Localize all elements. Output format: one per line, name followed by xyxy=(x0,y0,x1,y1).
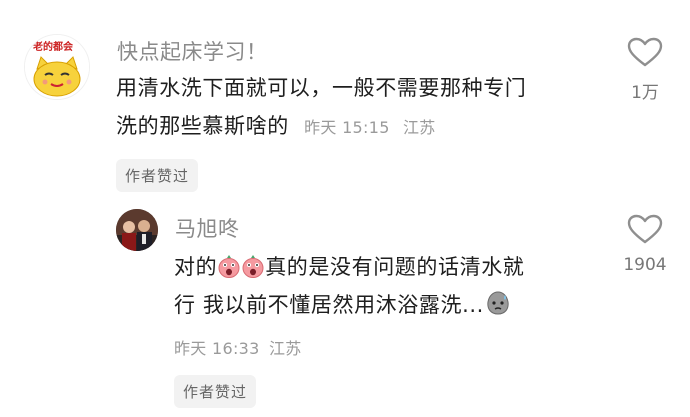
like-count: 1904 xyxy=(623,255,667,275)
reply-time: 昨天 16:33 xyxy=(174,339,260,358)
reply-avatar[interactable] xyxy=(116,209,158,251)
reply-location: 江苏 xyxy=(269,339,302,358)
comment-text-line-2: 洗的那些慕斯啥的 昨天 15:15 江苏 xyxy=(116,107,526,147)
sweat-face-emoji-icon xyxy=(485,290,511,315)
shocked-face-emoji-icon xyxy=(218,252,240,278)
shocked-face-emoji-icon xyxy=(242,252,264,278)
comment-username[interactable]: 快点起床学习！ xyxy=(117,36,268,66)
like-count: 1万 xyxy=(631,83,659,103)
comment-text-line-2-body: 洗的那些慕斯啥的 xyxy=(116,114,289,138)
avatar[interactable]: 老的都会 xyxy=(24,34,90,100)
heart-icon xyxy=(627,37,663,67)
reply-username[interactable]: 马旭咚 xyxy=(175,213,240,243)
reply-text: 对的 真的是没有问题的话清水就 行 我以前不懂居然用沐浴露洗... xyxy=(174,248,524,324)
comment-time: 昨天 15:15 xyxy=(304,118,390,137)
reply-text-prefix: 对的 xyxy=(174,255,218,279)
reply-text-line-2: 行 我以前不懂居然用沐浴露洗... xyxy=(174,286,524,324)
heart-icon xyxy=(627,214,663,244)
reply-text-line-1: 对的 真的是没有问题的话清水就 xyxy=(174,248,524,286)
author-liked-badge: 作者赞过 xyxy=(116,159,199,192)
like-button[interactable] xyxy=(625,36,665,68)
author-liked-badge: 作者赞过 xyxy=(174,375,257,408)
reply-text-suffix: 真的是没有问题的话清水就 xyxy=(265,255,525,279)
comment-location: 江苏 xyxy=(402,118,436,137)
reply-meta: 昨天 16:33 江苏 xyxy=(174,335,302,359)
people-photo-icon xyxy=(116,209,158,251)
like-button[interactable] xyxy=(625,213,665,245)
avatar-caption: 老的都会 xyxy=(33,42,73,53)
comment-text-line-1: 用清水洗下面就可以，一般不需要那种专门 xyxy=(116,76,527,100)
comment-text: 用清水洗下面就可以，一般不需要那种专门 洗的那些慕斯啥的 昨天 15:15 江苏 xyxy=(116,69,526,147)
reply-text-line-2-body: 行 我以前不懂居然用沐浴露洗... xyxy=(174,293,484,317)
